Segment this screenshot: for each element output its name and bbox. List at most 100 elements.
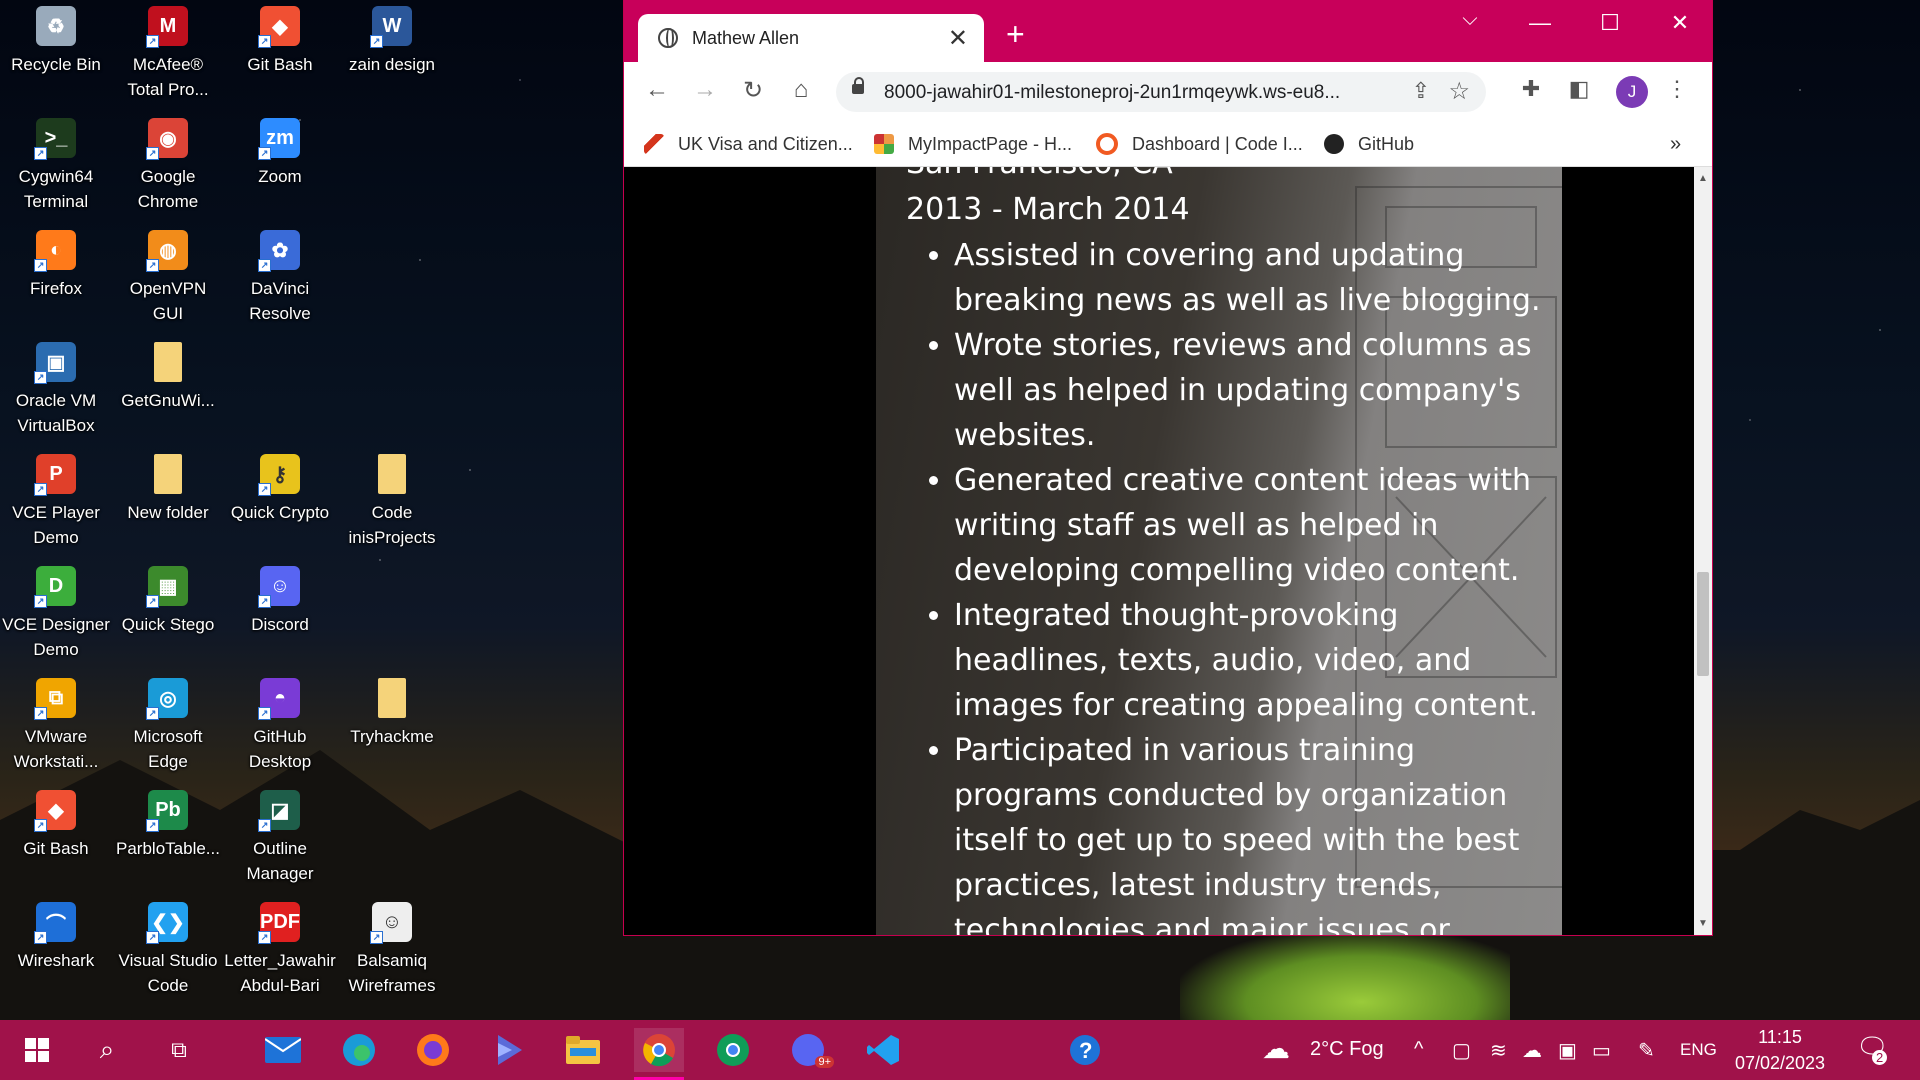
desktop-icon-git-bash[interactable]: ◆ ↗ Git Bash (2, 784, 110, 892)
pen-icon[interactable]: ✎ (1638, 1038, 1655, 1063)
taskbar-clock[interactable]: 11:15 07/02/2023 (1730, 1024, 1830, 1076)
language-indicator[interactable]: ENG (1680, 1040, 1717, 1060)
weather-text[interactable]: 2°C Fog (1310, 1038, 1384, 1061)
desktop-icon-balsamiq-wireframes[interactable]: ☺ ↗ Balsamiq Wireframes (338, 896, 446, 1004)
chrome-profile-taskbar-icon[interactable] (710, 1028, 756, 1072)
scroll-down-arrow-icon[interactable]: ▼ (1698, 918, 1708, 929)
edge-icon: ◎ ↗ (146, 678, 188, 720)
side-panel-icon[interactable]: ◧ (1562, 76, 1596, 102)
desktop-icon-label: McAfee® Total Pro... (127, 55, 209, 99)
page-scrollbar[interactable]: ▲ ▼ (1694, 167, 1712, 935)
firefox-taskbar-icon[interactable] (410, 1028, 456, 1072)
desktop-icon-google-chrome[interactable]: ◉ ↗ Google Chrome (114, 112, 222, 220)
desktop-icon-microsoft-edge[interactable]: ◎ ↗ Microsoft Edge (114, 672, 222, 780)
desktop-icon-label: Cygwin64 Terminal (18, 167, 94, 211)
maximize-button[interactable]: ☐ (1580, 10, 1640, 36)
desktop-icon-outline-manager[interactable]: ◪ ↗ Outline Manager (226, 784, 334, 892)
discord-badge: 9+ (815, 1056, 834, 1068)
desktop-icon-vmware-workstati[interactable]: ⧉ ↗ VMware Workstati... (2, 672, 110, 780)
desktop-icon-github-desktop[interactable]: ◓ ↗ GitHub Desktop (226, 672, 334, 780)
desktop-icon-vce-player-demo[interactable]: P ↗ VCE Player Demo (2, 448, 110, 556)
bookmark-github[interactable]: GitHub (1324, 130, 1414, 158)
show-hidden-icons-chevron[interactable]: ^ (1414, 1038, 1423, 1061)
scrollbar-thumb[interactable] (1697, 572, 1709, 676)
code-institute-icon (1096, 133, 1118, 155)
discord-taskbar-icon[interactable]: 9+ (786, 1028, 834, 1072)
menu-kebab-icon[interactable]: ⋮ (1660, 76, 1694, 102)
desktop-icon-davinci-resolve[interactable]: ✿ ↗ DaVinci Resolve (226, 224, 334, 332)
desktop-icon-label: Tryhackme (350, 727, 434, 746)
desktop-icon-parblotable[interactable]: Pb ↗ ParbloTable... (114, 784, 222, 892)
forward-arrow-icon[interactable]: → (688, 76, 722, 104)
bookmark-star-icon[interactable]: ☆ (1448, 77, 1470, 106)
extensions-puzzle-icon[interactable]: ✚ (1514, 76, 1548, 102)
list-item: Integrated thought-provoking headlines, … (954, 593, 1556, 728)
wifi-icon[interactable]: ≋ (1490, 1038, 1507, 1063)
desktop-icon-tryhackme[interactable]: Tryhackme (338, 672, 446, 780)
desktop-icon-quick-crypto[interactable]: ⚷ ↗ Quick Crypto (226, 448, 334, 556)
bookmark-uk-visa[interactable]: UK Visa and Citizen... (644, 130, 853, 158)
shortcut-arrow-icon: ↗ (34, 931, 47, 944)
desktop-icon-letter-jawahir-abdul-bari[interactable]: PDF ↗ Letter_Jawahir Abdul-Bari (224, 896, 336, 1004)
shortcut-arrow-icon: ↗ (258, 35, 271, 48)
desktop-icon-firefox[interactable]: ◐ ↗ Firefox (2, 224, 110, 332)
minimize-button[interactable]: — (1510, 10, 1570, 36)
desktop-icon-label: Quick Crypto (230, 503, 330, 522)
weather-cloud-icon[interactable]: ☁ (1262, 1032, 1290, 1065)
search-icon[interactable]: ⌕ (84, 1028, 130, 1072)
vscode-taskbar-icon[interactable] (860, 1028, 906, 1072)
battery-icon[interactable]: ▭ (1592, 1038, 1611, 1063)
url-text[interactable]: 8000-jawahir01-milestoneproj-2un1rmqeywk… (884, 82, 1340, 104)
profile-avatar[interactable]: J (1616, 76, 1648, 108)
scroll-up-arrow-icon[interactable]: ▲ (1698, 173, 1708, 184)
desktop-icon-recycle-bin[interactable]: ♻ Recycle Bin (2, 0, 110, 108)
desktop-icon-zoom[interactable]: zm ↗ Zoom (226, 112, 334, 220)
mail-taskbar-icon[interactable] (260, 1028, 306, 1072)
display-icon[interactable]: ▣ (1558, 1038, 1577, 1063)
desktop-icon-label: Letter_Jawahir Abdul-Bari (224, 951, 336, 995)
share-icon[interactable]: ⇪ (1412, 78, 1430, 104)
close-window-button[interactable]: ✕ (1650, 10, 1710, 36)
chrome-taskbar-icon[interactable] (634, 1028, 684, 1080)
list-item: Generated creative content ideas with wr… (954, 458, 1556, 593)
desktop-icon-getgnuwi[interactable]: GetGnuWi... (114, 336, 222, 444)
desktop-icon-quick-stego[interactable]: ▦ ↗ Quick Stego (114, 560, 222, 668)
home-icon[interactable]: ⌂ (784, 76, 818, 104)
bookmark-dashboard[interactable]: Dashboard | Code I... (1096, 130, 1303, 158)
desktop-icon-new-folder[interactable]: New folder (114, 448, 222, 556)
power-automate-taskbar-icon[interactable] (486, 1028, 532, 1072)
desktop-icon-zain-design[interactable]: W ↗ zain design (338, 0, 446, 108)
desktop-icon-visual-studio-code[interactable]: ❮❯ ↗ Visual Studio Code (114, 896, 222, 1004)
browser-tab[interactable]: Mathew Allen ✕ (638, 14, 984, 62)
openvpn-icon: ◍ ↗ (146, 230, 188, 272)
onedrive-cloud-icon[interactable]: ☁ (1522, 1038, 1542, 1063)
meet-now-icon[interactable]: ▢ (1452, 1038, 1471, 1063)
edge-taskbar-icon[interactable] (336, 1028, 382, 1072)
desktop-icon-wireshark[interactable]: ⌒ ↗ Wireshark (2, 896, 110, 1004)
desktop-icon-vce-designer-demo[interactable]: D ↗ VCE Designer Demo (2, 560, 110, 668)
desktop-icon-discord[interactable]: ☺ ↗ Discord (226, 560, 334, 668)
tab-search-chevron-icon[interactable]: ⌵ (1440, 8, 1500, 31)
address-bar[interactable]: 8000-jawahir01-milestoneproj-2un1rmqeywk… (836, 72, 1486, 112)
desktop-icon-code-inisprojects[interactable]: Code inisProjects (338, 448, 446, 556)
desktop-icon-openvpn-gui[interactable]: ◍ ↗ OpenVPN GUI (114, 224, 222, 332)
shortcut-arrow-icon: ↗ (146, 931, 159, 944)
file-explorer-taskbar-icon[interactable] (560, 1028, 606, 1072)
shortcut-arrow-icon: ↗ (370, 931, 383, 944)
desktop-icon-oracle-vm-virtualbox[interactable]: ▣ ↗ Oracle VM VirtualBox (2, 336, 110, 444)
desktop-icon-cygwin64-terminal[interactable]: >_ ↗ Cygwin64 Terminal (2, 112, 110, 220)
list-item: Participated in various training program… (954, 728, 1556, 935)
windows-start-icon[interactable] (14, 1028, 60, 1072)
shortcut-arrow-icon: ↗ (258, 147, 271, 160)
back-arrow-icon[interactable]: ← (640, 76, 674, 104)
new-tab-button[interactable]: + (1006, 18, 1025, 50)
desktop-icon-mcafee-total-pro[interactable]: M ↗ McAfee® Total Pro... (114, 0, 222, 108)
reload-icon[interactable]: ↻ (736, 76, 770, 105)
help-icon[interactable]: ? (1062, 1028, 1108, 1072)
bookmark-myimpactpage[interactable]: MyImpactPage - H... (874, 130, 1072, 158)
bookmarks-overflow-button[interactable]: » (1670, 130, 1681, 158)
close-tab-icon[interactable]: ✕ (948, 24, 968, 53)
page-viewport: San Francisco, CA 2013 - March 2014 Assi… (624, 167, 1694, 935)
desktop-icon-git-bash[interactable]: ◆ ↗ Git Bash (226, 0, 334, 108)
task-view-icon[interactable]: ⧉ (156, 1028, 202, 1072)
